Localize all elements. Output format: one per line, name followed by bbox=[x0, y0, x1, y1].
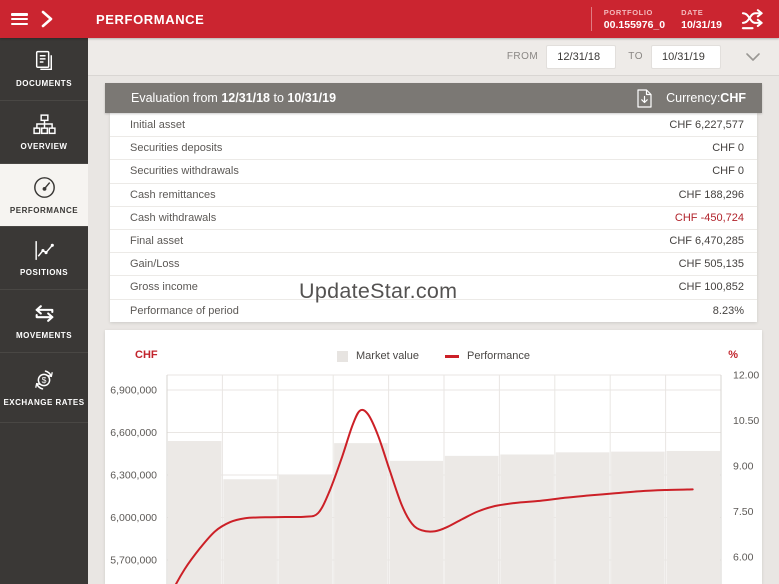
sidebar-item-label: EXCHANGE RATES bbox=[3, 397, 85, 407]
sidebar-nav: DOCUMENTS OVERVIEW PERFORMANCE POSITIONS… bbox=[0, 38, 88, 584]
svg-text:7.50: 7.50 bbox=[733, 506, 754, 518]
svg-text:6.00: 6.00 bbox=[733, 552, 754, 564]
switch-portfolio-icon[interactable] bbox=[740, 8, 767, 31]
currency-label: Currency: bbox=[666, 91, 721, 105]
row-value: 8.23% bbox=[712, 304, 744, 317]
sidebar-item-documents[interactable]: DOCUMENTS bbox=[0, 38, 88, 101]
sidebar-item-label: MOVEMENTS bbox=[15, 330, 73, 340]
row-label: Initial asset bbox=[130, 118, 186, 131]
row-label: Gain/Loss bbox=[130, 258, 180, 271]
portfolio-field: PORTFOLIO 00.155976_0 bbox=[604, 8, 665, 31]
chevron-right-icon[interactable] bbox=[40, 10, 54, 28]
watermark-text: UpdateStar.com bbox=[299, 279, 458, 303]
date-field: DATE 10/31/19 bbox=[681, 8, 722, 31]
sidebar-item-label: PERFORMANCE bbox=[9, 205, 79, 215]
overview-icon bbox=[32, 112, 57, 137]
chevron-down-icon[interactable] bbox=[745, 52, 761, 62]
row-label: Cash remittances bbox=[130, 188, 216, 201]
date-value: 10/31/19 bbox=[681, 18, 722, 31]
sidebar-item-performance[interactable]: PERFORMANCE bbox=[0, 164, 88, 227]
chart-legend: Market value Performance bbox=[105, 348, 762, 364]
from-label: FROM bbox=[506, 51, 539, 62]
table-row: Securities deposits CHF 0 bbox=[110, 136, 757, 159]
date-label: DATE bbox=[681, 7, 704, 17]
to-date-input[interactable] bbox=[651, 44, 721, 69]
row-value: CHF 188,296 bbox=[678, 188, 744, 201]
app-header: PERFORMANCE PORTFOLIO 00.155976_0 DATE 1… bbox=[0, 0, 779, 38]
row-value: CHF 100,852 bbox=[678, 281, 744, 294]
positions-icon bbox=[32, 238, 57, 263]
table-row: Securities withdrawals CHF 0 bbox=[110, 159, 757, 182]
row-value: CHF -450,724 bbox=[674, 211, 744, 224]
sidebar-item-positions[interactable]: POSITIONS bbox=[0, 227, 88, 290]
sidebar-item-movements[interactable]: MOVEMENTS bbox=[0, 290, 88, 353]
currency-value: CHF bbox=[720, 91, 746, 105]
performance-gauge-icon bbox=[31, 174, 58, 201]
legend-performance: Performance bbox=[445, 350, 530, 362]
sidebar-item-label: DOCUMENTS bbox=[15, 78, 73, 88]
row-value: CHF 0 bbox=[712, 165, 744, 178]
row-label: Securities withdrawals bbox=[130, 165, 239, 178]
svg-text:6,600,000: 6,600,000 bbox=[110, 427, 157, 439]
row-label: Final asset bbox=[130, 235, 184, 248]
row-label: Cash withdrawals bbox=[130, 211, 217, 224]
portfolio-value: 00.155976_0 bbox=[603, 18, 666, 31]
row-label: Performance of period bbox=[130, 304, 239, 317]
date-filter-bar: FROM TO bbox=[88, 38, 779, 76]
sidebar-item-label: OVERVIEW bbox=[20, 141, 68, 151]
to-label: TO bbox=[628, 51, 643, 62]
row-value: CHF 6,227,577 bbox=[669, 118, 744, 131]
performance-chart-panel: 6,900,000 6,600,000 6,300,000 6,000,000 5,70… bbox=[105, 330, 762, 584]
bar-swatch-icon bbox=[337, 350, 349, 362]
line-swatch-icon bbox=[445, 354, 459, 358]
svg-text:12.00: 12.00 bbox=[733, 370, 759, 382]
svg-text:10.50: 10.50 bbox=[733, 415, 759, 427]
menu-icon[interactable] bbox=[11, 13, 28, 25]
svg-text:6,000,000: 6,000,000 bbox=[110, 512, 157, 524]
table-row: Initial asset CHF 6,227,577 bbox=[110, 113, 757, 136]
row-value: CHF 505,135 bbox=[678, 258, 744, 271]
exchange-rates-icon: $ bbox=[31, 367, 57, 393]
svg-text:5,700,000: 5,700,000 bbox=[110, 555, 157, 567]
from-date-input[interactable] bbox=[546, 44, 617, 69]
divider bbox=[590, 7, 592, 31]
documents-icon bbox=[32, 49, 57, 74]
row-value: CHF 0 bbox=[712, 142, 744, 155]
row-value: CHF 6,470,285 bbox=[669, 235, 744, 248]
sidebar-item-exchange-rates[interactable]: $ EXCHANGE RATES bbox=[0, 353, 88, 423]
performance-chart: 6,900,000 6,600,000 6,300,000 6,000,000 5,70… bbox=[110, 370, 759, 584]
portfolio-label: PORTFOLIO bbox=[603, 7, 653, 17]
right-axis-unit: % bbox=[728, 349, 738, 361]
svg-text:$: $ bbox=[42, 375, 47, 385]
table-row: Cash withdrawals CHF -450,724 bbox=[110, 205, 757, 229]
table-row: Cash remittances CHF 188,296 bbox=[110, 182, 757, 206]
sidebar-item-label: POSITIONS bbox=[19, 267, 69, 277]
page-title: PERFORMANCE bbox=[96, 11, 205, 27]
evaluation-title: Evaluation from 12/31/18 to 10/31/19 bbox=[131, 91, 337, 105]
legend-market-value: Market value bbox=[337, 350, 419, 362]
table-row: Final asset CHF 6,470,285 bbox=[110, 228, 757, 252]
movements-icon bbox=[32, 301, 57, 326]
evaluation-header: Evaluation from 12/31/18 to 10/31/19 Cur… bbox=[105, 83, 762, 113]
sidebar-item-overview[interactable]: OVERVIEW bbox=[0, 101, 88, 164]
svg-text:9.00: 9.00 bbox=[733, 461, 754, 473]
table-row: Gain/Loss CHF 505,135 bbox=[110, 252, 757, 275]
svg-text:6,300,000: 6,300,000 bbox=[110, 470, 157, 482]
row-label: Securities deposits bbox=[130, 142, 223, 155]
svg-text:6,900,000: 6,900,000 bbox=[110, 385, 157, 397]
row-label: Gross income bbox=[130, 281, 198, 294]
download-report-icon[interactable] bbox=[637, 88, 652, 108]
